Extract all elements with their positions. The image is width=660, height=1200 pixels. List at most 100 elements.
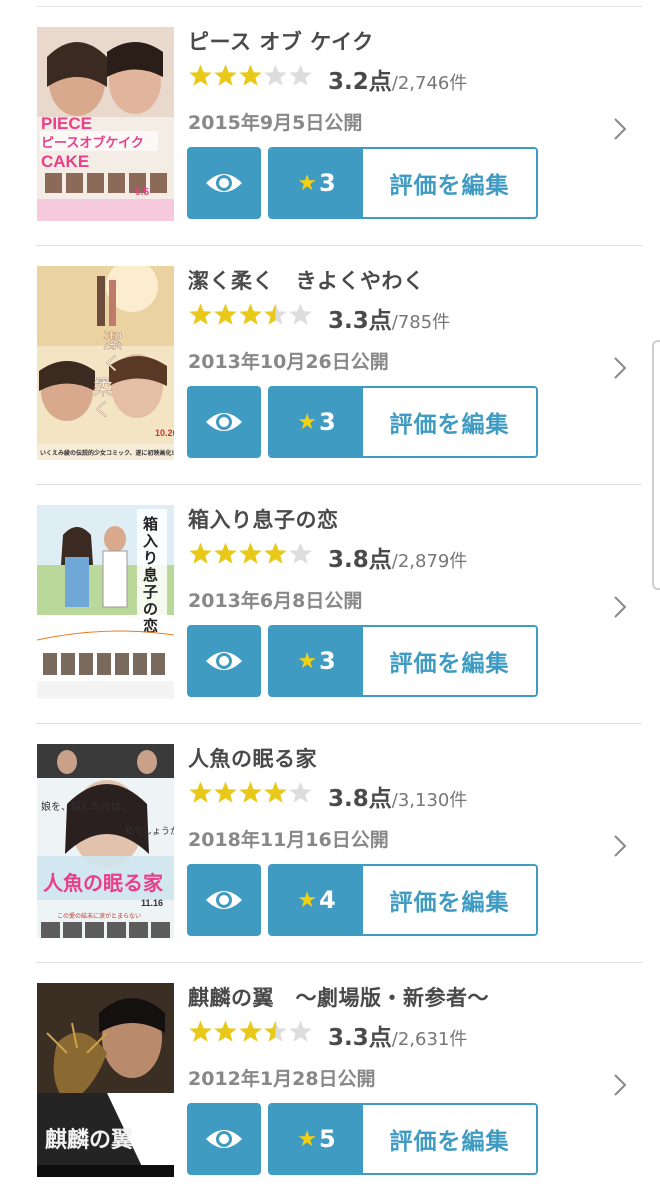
svg-text:り: り (143, 549, 158, 567)
svg-text:潔: 潔 (103, 329, 123, 353)
review-count: /2,631件 (391, 1029, 468, 1050)
rating-controls: ★ 3 評価を編集 (268, 386, 538, 458)
my-rating-button[interactable]: ★ 5 (270, 1105, 363, 1173)
star-icon (288, 302, 313, 327)
watched-button[interactable] (187, 864, 261, 936)
average-score: 3.2点/2,746件 (328, 62, 467, 96)
svg-text:娘を、殺したのは、: 娘を、殺したのは、 (41, 800, 131, 813)
star-icon (238, 1019, 263, 1044)
movie-poster[interactable]: 潔く柔く 10.26 いくえみ綾の伝説的少女コミック、遂に初映画化! (37, 266, 174, 460)
review-count: /785件 (391, 312, 451, 333)
score-value: 3.8点 (328, 547, 392, 573)
svg-text:ピースオブケイク: ピースオブケイク (41, 135, 144, 151)
star-icon (263, 1019, 288, 1044)
my-rating-value: 3 (319, 647, 336, 675)
edit-rating-button[interactable]: 評価を編集 (363, 627, 536, 695)
average-rating-stars (188, 1019, 313, 1045)
svg-text:私でしょうか。: 私でしょうか。 (125, 826, 174, 837)
chevron-right-icon[interactable] (610, 593, 630, 621)
my-rating-button[interactable]: ★ 3 (270, 627, 363, 695)
star-icon (213, 63, 238, 88)
movie-title[interactable]: 人魚の眠る家 (188, 743, 317, 773)
edit-rating-button[interactable]: 評価を編集 (363, 149, 536, 217)
edit-rating-button[interactable]: 評価を編集 (363, 388, 536, 456)
star-icon (288, 63, 313, 88)
svg-text:9.5: 9.5 (135, 187, 149, 198)
chevron-right-icon[interactable] (610, 115, 630, 143)
star-icon (188, 302, 213, 327)
movie-title[interactable]: 麒麟の翼 〜劇場版・新参者〜 (188, 982, 489, 1012)
score-value: 3.2点 (328, 69, 392, 95)
watched-button[interactable] (187, 147, 261, 219)
movie-title[interactable]: 箱入り息子の恋 (188, 504, 339, 534)
svg-text:柔: 柔 (93, 375, 113, 399)
star-icon (213, 780, 238, 805)
star-icon: ★ (297, 887, 318, 913)
chevron-right-icon[interactable] (610, 832, 630, 860)
my-rating-value: 4 (319, 886, 336, 914)
star-icon (263, 780, 288, 805)
edit-rating-button[interactable]: 評価を編集 (363, 1105, 536, 1173)
svg-text:入: 入 (143, 532, 158, 550)
movie-poster[interactable]: 箱入り息子の恋 (37, 505, 174, 699)
my-rating-value: 5 (319, 1125, 336, 1153)
watched-button[interactable] (187, 625, 261, 697)
my-rating-value: 3 (319, 408, 336, 436)
eye-icon (206, 891, 242, 909)
rating-controls: ★ 3 評価を編集 (268, 625, 538, 697)
release-date: 2012年1月28日公開 (188, 1068, 376, 1090)
movie-poster[interactable]: PIECE ピースオブケイク CAKE 9.5 (37, 27, 174, 221)
movie-poster[interactable]: 麒麟の翼 (37, 983, 174, 1177)
my-rating-value: 3 (319, 169, 336, 197)
my-rating-button[interactable]: ★ 3 (270, 388, 363, 456)
watched-button[interactable] (187, 1103, 261, 1175)
average-rating-stars (188, 63, 313, 89)
movie-item[interactable]: 麒麟の翼 麒麟の翼 〜劇場版・新参者〜 3.3点/2,631件 2012年1月28日公… (0, 963, 660, 1200)
star-icon (288, 1019, 313, 1044)
svg-text:の: の (143, 600, 158, 618)
star-icon (213, 302, 238, 327)
star-icon (213, 1019, 238, 1044)
movie-title[interactable]: 潔く柔く きよくやわく (188, 265, 425, 295)
movie-list: PIECE ピースオブケイク CAKE 9.5 ピース オブ ケイク 3.2点/2,746… (0, 0, 660, 1200)
my-rating-button[interactable]: ★ 3 (270, 149, 363, 217)
star-icon: ★ (297, 409, 318, 435)
review-count: /2,879件 (391, 551, 468, 572)
star-icon (288, 541, 313, 566)
eye-icon (206, 652, 242, 670)
star-icon (238, 780, 263, 805)
review-count: /2,746件 (391, 73, 468, 94)
movie-item[interactable]: 娘を、殺したのは、私でしょうか。人魚の眠る家11.16この愛の結末に涙がとまらな… (0, 724, 660, 963)
eye-icon (206, 174, 242, 192)
chevron-right-icon[interactable] (610, 354, 630, 382)
chevron-right-icon[interactable] (610, 1071, 630, 1099)
star-icon (263, 63, 288, 88)
average-score: 3.8点/3,130件 (328, 779, 467, 813)
star-icon (213, 541, 238, 566)
star-icon: ★ (297, 648, 318, 674)
star-icon (238, 63, 263, 88)
release-date: 2015年9月5日公開 (188, 112, 363, 134)
movie-poster[interactable]: 娘を、殺したのは、私でしょうか。人魚の眠る家 11.16この愛の結末に涙がとまらな… (37, 744, 174, 938)
svg-text:麒麟の翼: 麒麟の翼 (45, 1127, 133, 1153)
star-icon (263, 302, 288, 327)
average-rating-stars (188, 541, 313, 567)
star-icon (238, 302, 263, 327)
movie-title[interactable]: ピース オブ ケイク (188, 26, 374, 56)
movie-item[interactable]: 箱入り息子の恋箱入り息子の恋 3.8点/2,879件 2013年6月8日公開 ★ 3 評価… (0, 485, 660, 724)
edit-rating-button[interactable]: 評価を編集 (363, 866, 536, 934)
release-date: 2013年6月8日公開 (188, 590, 363, 612)
average-score: 3.8点/2,879件 (328, 540, 467, 574)
watched-button[interactable] (187, 386, 261, 458)
my-rating-button[interactable]: ★ 4 (270, 866, 363, 934)
svg-text:いくえみ綾の伝説的少女コミック、遂に初映画化!: いくえみ綾の伝説的少女コミック、遂に初映画化! (40, 449, 174, 457)
movie-item[interactable]: 潔く柔く 10.26 いくえみ綾の伝説的少女コミック、遂に初映画化! 潔く柔く きよく… (0, 246, 660, 485)
movie-item[interactable]: PIECE ピースオブケイク CAKE 9.5 ピース オブ ケイク 3.2点/2,746… (0, 7, 660, 246)
star-icon: ★ (297, 1126, 318, 1152)
average-score: 3.3点/785件 (328, 301, 450, 335)
rating-controls: ★ 4 評価を編集 (268, 864, 538, 936)
score-value: 3.3点 (328, 1025, 392, 1051)
svg-text:く: く (103, 354, 121, 375)
release-date: 2013年10月26日公開 (188, 351, 389, 373)
score-value: 3.3点 (328, 308, 392, 334)
